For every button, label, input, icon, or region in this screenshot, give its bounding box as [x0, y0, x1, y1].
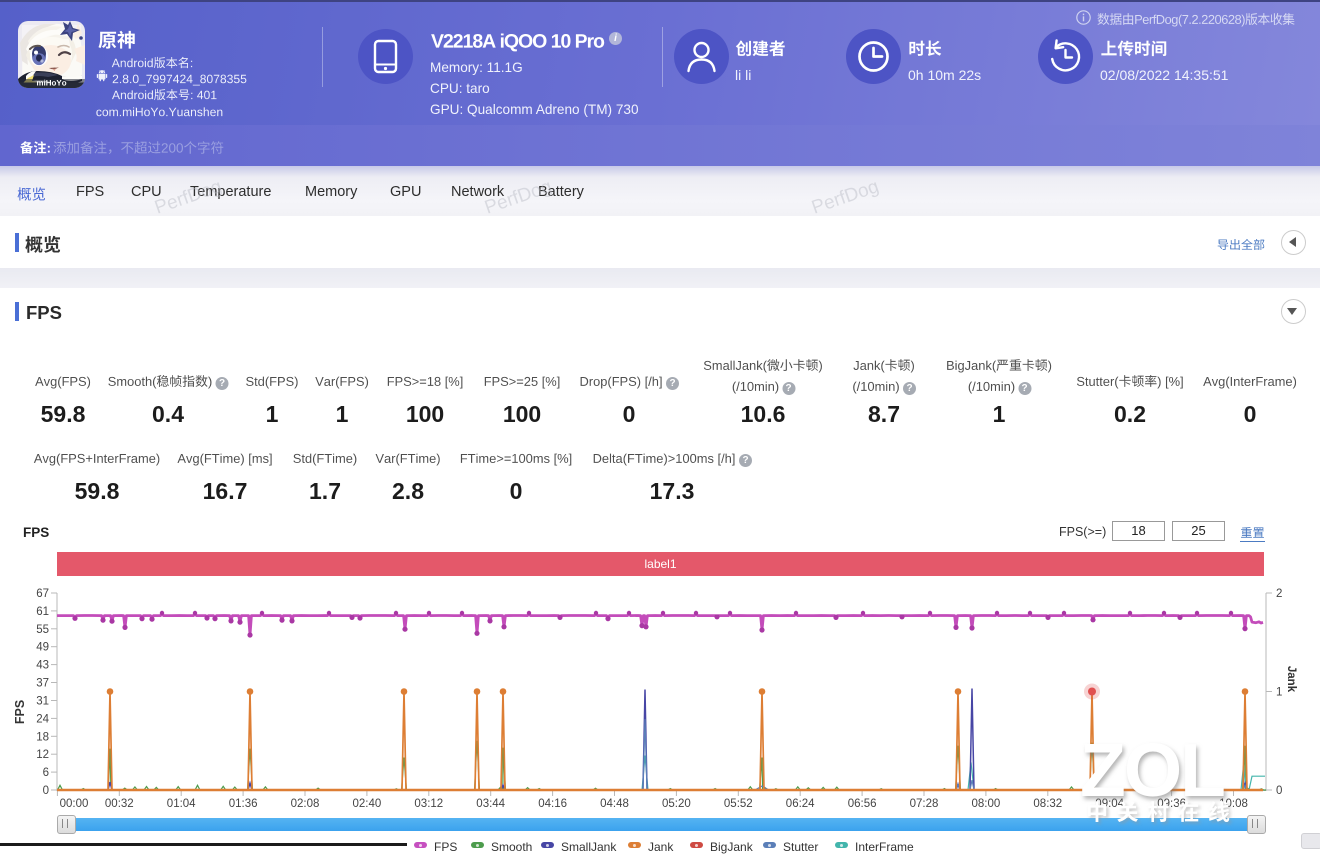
svg-text:37: 37	[36, 678, 49, 690]
svg-text:FPS: FPS	[13, 700, 27, 724]
svg-text:01:04: 01:04	[167, 798, 196, 810]
svg-text:Jank: Jank	[1285, 666, 1297, 693]
svg-text:61: 61	[36, 606, 49, 618]
svg-text:01:36: 01:36	[229, 798, 258, 810]
svg-text:03:44: 03:44	[476, 798, 505, 810]
svg-text:18: 18	[36, 731, 49, 743]
svg-text:6: 6	[43, 767, 49, 779]
svg-text:08:00: 08:00	[972, 798, 1001, 810]
svg-text:12: 12	[36, 749, 49, 761]
svg-text:1: 1	[1276, 687, 1282, 699]
svg-text:06:56: 06:56	[848, 798, 877, 810]
svg-text:02:40: 02:40	[353, 798, 382, 810]
svg-text:0: 0	[1276, 785, 1282, 797]
svg-text:05:20: 05:20	[662, 798, 691, 810]
svg-text:08:32: 08:32	[1033, 798, 1062, 810]
svg-text:04:16: 04:16	[538, 798, 567, 810]
svg-text:05:52: 05:52	[724, 798, 753, 810]
svg-text:00:32: 00:32	[105, 798, 134, 810]
svg-text:55: 55	[36, 624, 49, 636]
svg-text:04:48: 04:48	[600, 798, 629, 810]
svg-text:03:12: 03:12	[414, 798, 443, 810]
svg-text:06:24: 06:24	[786, 798, 815, 810]
svg-text:49: 49	[36, 642, 49, 654]
svg-text:2: 2	[1276, 588, 1282, 600]
svg-text:0: 0	[43, 785, 49, 797]
svg-text:31: 31	[36, 696, 49, 708]
svg-text:43: 43	[36, 660, 49, 672]
svg-text:07:28: 07:28	[910, 798, 939, 810]
svg-text:00:00: 00:00	[60, 798, 89, 810]
svg-text:24: 24	[36, 713, 49, 725]
svg-text:02:08: 02:08	[291, 798, 320, 810]
svg-text:67: 67	[36, 588, 49, 600]
